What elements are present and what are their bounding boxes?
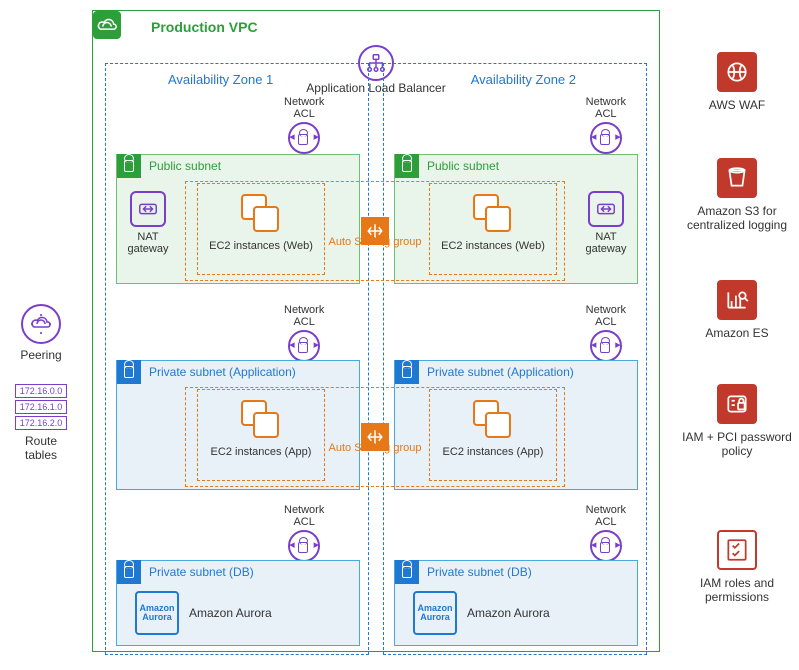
amazon-es: Amazon ES (679, 280, 795, 340)
auto-scaling-group-web: Auto Scaling group (185, 181, 565, 281)
iam-password-icon (717, 384, 757, 424)
peering-icon (21, 304, 61, 344)
iam-roles-icon (717, 530, 757, 570)
aws-waf: AWS WAF (679, 52, 795, 112)
iam-password-policy: IAM + PCI password policy (679, 384, 795, 459)
nat-gateway-icon (130, 191, 166, 227)
es-icon (717, 280, 757, 320)
nat-gateway: NAT gateway (583, 191, 629, 255)
nat-gateway: NAT gateway (125, 191, 171, 255)
network-acl: Network ACL (586, 96, 626, 154)
availability-zone-2: Availability Zone 2 Network ACL Public s… (383, 63, 647, 655)
auto-scaling-group-app: Auto Scaling group (185, 387, 565, 487)
lock-icon (117, 560, 141, 584)
amazon-aurora-az1: Amazon Aurora Amazon Aurora (135, 591, 272, 635)
amazon-s3-logging: Amazon S3 for centralized logging (679, 158, 795, 233)
az2-title: Availability Zone 2 (471, 72, 576, 87)
availability-zone-1: Availability Zone 1 Network ACL Public s… (105, 63, 369, 655)
network-acl: Network ACL (284, 96, 324, 154)
vpc-header: Production VPC (93, 11, 659, 37)
lock-icon (395, 154, 419, 178)
network-acl: Network ACL (586, 504, 626, 562)
lock-icon (395, 560, 419, 584)
amazon-aurora-az2: Amazon Aurora Amazon Aurora (413, 591, 550, 635)
production-vpc-container: Production VPC Application Load Balancer… (92, 10, 660, 652)
az1-title: Availability Zone 1 (168, 72, 273, 87)
network-acl: Network ACL (284, 504, 324, 562)
network-acl-icon (288, 330, 320, 362)
network-acl-icon (288, 122, 320, 154)
network-acl-icon (590, 330, 622, 362)
lock-icon (117, 360, 141, 384)
peering: Peering (2, 304, 80, 362)
lock-icon (117, 154, 141, 178)
nat-gateway-icon (588, 191, 624, 227)
network-acl: Network ACL (586, 304, 626, 362)
route-tables: 172.16.0.0 172.16.1.0 172.16.2.0 Route t… (2, 384, 80, 462)
private-subnet-db-az1: Private subnet (DB) Amazon Aurora Amazon… (116, 560, 360, 646)
network-acl-icon (590, 530, 622, 562)
s3-icon (717, 158, 757, 198)
iam-roles-permissions: IAM roles and permissions (679, 530, 795, 605)
lock-icon (395, 360, 419, 384)
route-tables-icon: 172.16.0.0 172.16.1.0 172.16.2.0 (2, 384, 80, 430)
aurora-icon: Amazon Aurora (413, 591, 457, 635)
network-acl: Network ACL (284, 304, 324, 362)
vpc-icon (93, 11, 121, 39)
waf-icon (717, 52, 757, 92)
network-acl-icon (288, 530, 320, 562)
network-acl-icon (590, 122, 622, 154)
aurora-icon: Amazon Aurora (135, 591, 179, 635)
private-subnet-db-az2: Private subnet (DB) Amazon Aurora Amazon… (394, 560, 638, 646)
vpc-title: Production VPC (151, 19, 258, 35)
